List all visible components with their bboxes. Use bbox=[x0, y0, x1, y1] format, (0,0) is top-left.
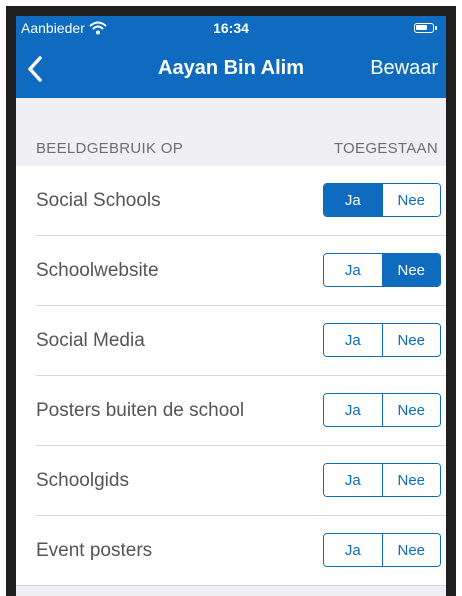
ja-nee-segmented-control: Ja Nee bbox=[323, 253, 441, 287]
app-screen: Aanbieder 16:34 Aayan Bin Alim Bewaar BE… bbox=[16, 16, 446, 596]
list-item: Social Media Ja Nee bbox=[16, 306, 446, 376]
ja-nee-segmented-control: Ja Nee bbox=[323, 533, 441, 567]
ja-option[interactable]: Ja bbox=[324, 394, 382, 426]
list-item-label: Event posters bbox=[36, 540, 153, 561]
nee-option[interactable]: Nee bbox=[381, 394, 440, 426]
navigation-bar: Aayan Bin Alim Bewaar bbox=[16, 40, 446, 98]
status-bar: Aanbieder 16:34 bbox=[16, 16, 446, 40]
ja-nee-segmented-control: Ja Nee bbox=[323, 463, 441, 497]
nee-option[interactable]: Nee bbox=[381, 184, 440, 216]
ja-option[interactable]: Ja bbox=[324, 324, 382, 356]
list-item-label: Schoolwebsite bbox=[36, 260, 159, 281]
list-item: Social Schools Ja Nee bbox=[16, 166, 446, 236]
list-item: Schoolwebsite Ja Nee bbox=[16, 236, 446, 306]
ja-option[interactable]: Ja bbox=[324, 254, 382, 286]
nee-option[interactable]: Nee bbox=[381, 534, 440, 566]
ja-nee-segmented-control: Ja Nee bbox=[323, 183, 441, 217]
section-header-left: BEELDGEBRUIK OP bbox=[36, 140, 184, 157]
device-frame: Aanbieder 16:34 Aayan Bin Alim Bewaar BE… bbox=[6, 6, 456, 596]
list-item: Event posters Ja Nee bbox=[16, 516, 446, 586]
ja-option[interactable]: Ja bbox=[324, 534, 382, 566]
list-item: Posters buiten de school Ja Nee bbox=[16, 376, 446, 446]
save-button[interactable]: Bewaar bbox=[370, 57, 438, 80]
permission-list: Social Schools Ja Nee Schoolwebsite Ja Nee Soc… bbox=[16, 166, 446, 586]
ja-nee-segmented-control: Ja Nee bbox=[323, 323, 441, 357]
nee-option[interactable]: Nee bbox=[381, 464, 440, 496]
section-header-right: TOEGESTAAN bbox=[333, 140, 438, 157]
ja-option[interactable]: Ja bbox=[324, 184, 382, 216]
row-divider bbox=[16, 585, 446, 586]
list-item-label: Social Media bbox=[36, 330, 145, 351]
nee-option[interactable]: Nee bbox=[381, 324, 440, 356]
list-item-label: Schoolgids bbox=[36, 470, 129, 491]
ja-nee-segmented-control: Ja Nee bbox=[323, 393, 441, 427]
status-time: 16:34 bbox=[213, 20, 249, 36]
list-item-label: Posters buiten de school bbox=[36, 400, 245, 421]
list-item-label: Social Schools bbox=[36, 190, 161, 211]
list-item: Schoolgids Ja Nee bbox=[16, 446, 446, 516]
section-header: BEELDGEBRUIK OP TOEGESTAAN bbox=[16, 98, 446, 166]
battery-icon bbox=[414, 23, 437, 33]
nee-option[interactable]: Nee bbox=[381, 254, 440, 286]
ja-option[interactable]: Ja bbox=[324, 464, 382, 496]
